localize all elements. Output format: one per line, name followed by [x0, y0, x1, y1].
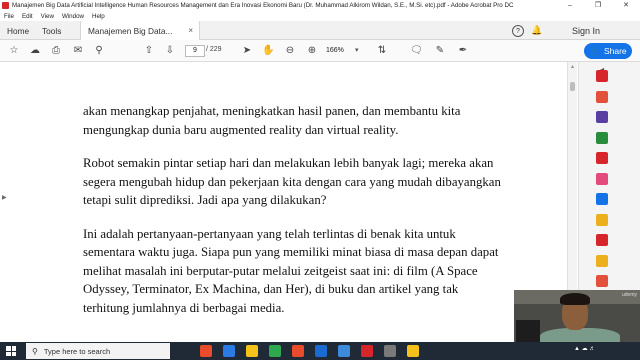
highlight-pen-icon[interactable]: ✎ — [434, 45, 446, 57]
paragraph: Robot semakin pintar setiap hari dan mel… — [83, 156, 501, 207]
left-panel-toggle[interactable]: ▶ — [0, 62, 10, 342]
hand-tool-icon[interactable]: ✋ — [262, 45, 274, 57]
select-cursor-icon[interactable]: ➤ — [241, 45, 253, 57]
close-window-button[interactable]: ✕ — [612, 0, 640, 11]
taskbar-search-box[interactable]: ⚲ Type here to search — [26, 343, 170, 359]
scrollbar-thumb[interactable] — [570, 82, 575, 91]
menu-edit[interactable]: Edit — [22, 13, 33, 20]
tool-shortcut-icon[interactable] — [596, 131, 608, 144]
paragraph: akan menangkap penjahat, meningkatkan ha… — [83, 104, 461, 137]
window-controls: – ❐ ✕ — [556, 0, 640, 11]
taskbar-app-icon[interactable] — [223, 345, 235, 357]
fit-page-icon[interactable]: ⇅ — [376, 45, 388, 57]
tab-home[interactable]: Home — [7, 21, 29, 40]
windows-taskbar: ⚲ Type here to search ▲ ☁ ♬ — [0, 342, 640, 360]
share-label: Share — [603, 46, 627, 56]
taskbar-app-icon[interactable] — [246, 345, 258, 357]
notification-bell-icon[interactable]: 🔔 — [531, 21, 542, 40]
chevron-down-icon[interactable]: ▾ — [355, 45, 359, 57]
tab-bar: Home Tools Manajemen Big Data... × ? 🔔 S… — [0, 21, 640, 40]
previous-page-icon[interactable]: ⇧ — [143, 45, 155, 57]
close-tab-icon[interactable]: × — [188, 26, 193, 35]
print-icon[interactable]: ⎙ — [50, 45, 62, 57]
system-tray-icons[interactable]: ▲ ☁ ♬ — [574, 345, 595, 352]
acrobat-app-icon — [2, 2, 9, 9]
comment-icon[interactable]: 🗨 — [410, 45, 423, 57]
window-title: Manajemen Big Data Artificial Intelligen… — [12, 2, 514, 9]
presenter-shirt — [540, 328, 620, 342]
tool-shortcut-icon[interactable] — [596, 111, 608, 123]
menu-file[interactable]: File — [4, 13, 14, 20]
tool-shortcut-icon[interactable] — [596, 193, 608, 205]
zoom-out-icon[interactable]: ⊖ — [284, 45, 296, 57]
tab-document[interactable]: Manajemen Big Data... × — [80, 21, 200, 40]
windows-start-icon[interactable] — [6, 346, 16, 356]
toolbar: ☆ ☁ ⎙ ✉ ⚲ ⇧ ⇩ 9 / 229 ➤ ✋ ⊖ ⊕ 166% ▾ ⇅ 🗨… — [0, 40, 640, 62]
menu-view[interactable]: View — [41, 13, 54, 20]
menu-help[interactable]: Help — [92, 13, 105, 20]
zoom-in-icon[interactable]: ⊕ — [306, 45, 318, 57]
taskbar-app-icon[interactable] — [269, 345, 281, 357]
webcam-overlay: udemy — [514, 290, 640, 342]
share-button[interactable]: 👤 Share — [584, 43, 632, 59]
maximize-button[interactable]: ❐ — [584, 0, 612, 11]
tab-document-label: Manajemen Big Data... — [88, 25, 173, 36]
taskbar-app-icon[interactable] — [384, 345, 396, 357]
next-page-icon[interactable]: ⇩ — [164, 45, 176, 57]
presenter-hair — [560, 293, 590, 305]
help-icon[interactable]: ? — [512, 25, 524, 37]
menu-window[interactable]: Window — [62, 13, 84, 20]
acrobat-window: Manajemen Big Data Artificial Intelligen… — [0, 0, 640, 360]
upload-cloud-icon[interactable]: ☁ — [29, 45, 41, 57]
monitor-shape — [516, 320, 540, 342]
taskbar-app-icon[interactable] — [361, 345, 373, 357]
udemy-watermark: udemy — [621, 292, 637, 298]
sign-in-link[interactable]: Sign In — [572, 21, 600, 40]
minimize-button[interactable]: – — [556, 0, 584, 11]
tool-shortcut-icon[interactable] — [596, 213, 608, 226]
scroll-up-icon[interactable]: ▲ — [570, 64, 575, 70]
taskbar-app-icon[interactable] — [292, 345, 304, 357]
page-number-input[interactable]: 9 — [185, 45, 205, 57]
taskbar-search-placeholder: Type here to search — [43, 346, 111, 356]
page-content: akan menangkap penjahat, meningkatkan ha… — [83, 102, 503, 332]
tab-tools[interactable]: Tools — [42, 21, 61, 40]
tool-shortcut-icon[interactable] — [596, 172, 608, 185]
paragraph: Ini adalah pertanyaan-pertanyaan yang te… — [83, 226, 499, 315]
email-icon[interactable]: ✉ — [72, 45, 84, 57]
taskbar-app-icon[interactable] — [407, 345, 419, 357]
tool-shortcut-icon[interactable] — [596, 90, 608, 103]
search-icon: ⚲ — [32, 346, 38, 356]
bookmark-star-icon[interactable]: ☆ — [8, 45, 20, 57]
taskbar-app-icon[interactable] — [315, 345, 327, 357]
sign-icon[interactable]: ✒ — [457, 45, 469, 57]
tool-shortcut-icon[interactable] — [596, 70, 608, 82]
tool-shortcut-icon[interactable] — [596, 234, 608, 246]
menu-bar: File Edit View Window Help — [0, 11, 640, 21]
tool-shortcut-icon[interactable] — [596, 254, 608, 267]
share-user-icon: 👤 — [589, 45, 600, 56]
tool-shortcut-icon[interactable] — [596, 275, 608, 287]
search-icon[interactable]: ⚲ — [93, 45, 105, 57]
taskbar-app-icon[interactable] — [338, 345, 350, 357]
document-view[interactable]: akan menangkap penjahat, meningkatkan ha… — [10, 62, 567, 342]
tool-shortcut-icon[interactable] — [596, 152, 608, 164]
zoom-level-select[interactable]: 166% — [326, 45, 356, 57]
title-bar: Manajemen Big Data Artificial Intelligen… — [0, 0, 640, 11]
taskbar-app-icon[interactable] — [200, 345, 212, 357]
page-total-label: / 229 — [206, 46, 222, 53]
expand-left-panel-icon[interactable]: ▶ — [2, 194, 7, 201]
